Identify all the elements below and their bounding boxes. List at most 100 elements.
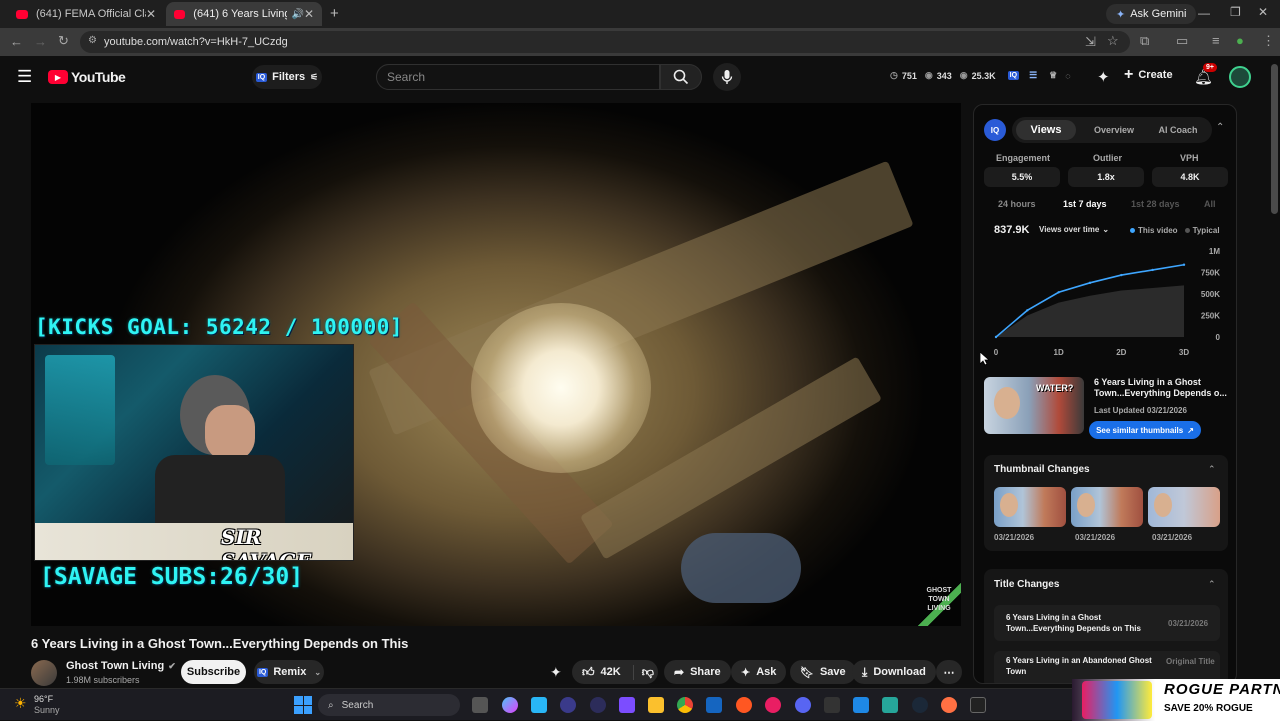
app-icon[interactable] [706,697,722,713]
remix-button[interactable]: IQ Remix ⌄ [254,660,324,684]
page-scrollbar[interactable] [1271,64,1278,214]
more-actions-button[interactable]: ⋯ [936,660,962,684]
thumbnail-version[interactable] [1148,487,1220,527]
browser-tab-ghost-town[interactable]: (641) 6 Years Living in a Gho 🔊 ✕ [166,2,322,26]
browser-tab-fema[interactable]: (641) FEMA Official Claims He I ✕ [8,2,164,26]
download-button[interactable]: ⤓ Download [852,660,936,684]
video-thumbnail[interactable]: WATER? [984,377,1084,434]
views-dropdown[interactable]: Views over time ⌄ [1039,225,1109,234]
weather-desc: Sunny [34,705,60,715]
collapse-icon[interactable]: ⌃ [1216,122,1224,133]
search-button[interactable] [660,64,702,90]
chrome-icon[interactable] [677,697,693,713]
chat-icon[interactable]: ◌ [1065,71,1070,81]
copilot-icon[interactable] [502,697,518,713]
maximize-icon[interactable]: ❐ [1230,5,1241,19]
side-panel-icon[interactable]: ▭ [1176,33,1188,49]
subscribe-label: Subscribe [186,666,241,678]
profile-icon[interactable]: ● [1236,33,1244,48]
address-bar[interactable]: ⚙ youtube.com/watch?v=HkH-7_UCzdg [80,31,1130,53]
metric-outlier-label: Outlier [1093,153,1123,163]
extension-icon[interactable]: ✦ [1097,68,1110,86]
collapse-icon[interactable]: ⌃ [1208,464,1216,475]
range-1st-7-days[interactable]: 1st 7 days [1063,199,1107,209]
taskbar-search[interactable]: ⌕ Search [318,694,460,716]
range-24-hours[interactable]: 24 hours [998,199,1036,209]
iq-icon[interactable]: IQ [1007,71,1020,80]
thumbnail-changes-card: Thumbnail Changes ⌃ 03/21/2026 03/21/202… [984,455,1228,551]
app-icon[interactable] [590,697,606,713]
ask-gemini-button[interactable]: ✦ Ask Gemini [1106,4,1197,24]
app-icon[interactable] [619,697,635,713]
browser-toolbar: ← → ↻ ⚙ youtube.com/watch?v=HkH-7_UCzdg … [0,28,1280,56]
collapse-icon[interactable]: ⌃ [1208,579,1216,590]
new-tab-button[interactable]: + [330,5,339,22]
y-tick-label: 250K [1201,312,1220,321]
search-input[interactable]: Search [376,64,660,90]
channel-avatar[interactable] [31,660,57,686]
app-icon[interactable] [882,697,898,713]
avatar[interactable] [1229,66,1251,88]
discord-icon[interactable] [795,697,811,713]
ask-button[interactable]: ✦ Ask [731,660,787,684]
back-icon[interactable]: ← [10,34,23,49]
range-1st-28-days[interactable]: 1st 28 days [1131,199,1180,209]
close-window-icon[interactable]: ✕ [1258,5,1268,19]
file-explorer-icon[interactable] [648,697,664,713]
subscribe-button[interactable]: Subscribe [181,660,246,684]
reload-icon[interactable]: ↻ [58,33,69,49]
hamburger-menu-icon[interactable]: ☰ [17,67,32,87]
list-icon[interactable]: ☰ [1029,70,1037,81]
task-view-icon[interactable] [472,697,488,713]
app-icon[interactable] [765,697,781,713]
save-button[interactable]: 🔖︎ Save [790,660,856,684]
voice-search-button[interactable] [713,63,741,91]
typical-series-area [996,285,1184,337]
video-player[interactable]: GHOST TOWN LIVING [KICKS GOAL: 56242 / 1… [31,103,961,626]
filters-label: Filters [272,71,306,83]
app-icon[interactable] [531,697,547,713]
close-tab-icon[interactable]: ✕ [146,7,156,21]
thumbnail-version[interactable] [1071,487,1143,527]
create-button[interactable]: + Create [1124,66,1173,84]
install-app-icon[interactable]: ⇲ [1085,34,1096,50]
this-video-point [1120,273,1123,277]
channel-name[interactable]: Ghost Town Living ✔ [66,660,176,672]
trophy-icon[interactable]: ♕ [1049,70,1057,81]
filters-button[interactable]: IQ Filters ⚟ [252,65,322,89]
media-controls-icon[interactable]: ≡ [1212,33,1220,48]
minimize-icon[interactable]: — [1198,6,1210,20]
youtube-favicon-icon [16,9,28,19]
range-all[interactable]: All [1204,199,1216,209]
app-icon[interactable] [941,697,957,713]
extension-action-icon[interactable]: ✦ [550,664,562,681]
tab-ai-coach[interactable]: AI Coach [1148,120,1208,140]
app-icon[interactable] [824,697,840,713]
extensions-icon[interactable]: ⧉ [1140,33,1149,49]
thumbnail-version[interactable] [994,487,1066,527]
share-button[interactable]: ➦ Share [664,660,731,684]
see-similar-thumbnails-button[interactable]: See similar thumbnails ↗ [1089,421,1201,439]
y-tick-label: 1M [1209,247,1220,256]
app-icon[interactable] [560,697,576,713]
speaker-icon[interactable]: 🔊 [291,9,303,20]
steam-icon[interactable] [912,697,928,713]
dislike-button[interactable]: 👎︎ [632,664,654,680]
x-tick-label: 1D [1054,348,1064,357]
app-icon[interactable] [970,697,986,713]
youtube-logo[interactable]: ▶ YouTube [48,69,126,85]
forward-icon[interactable]: → [34,34,47,49]
like-button[interactable]: 👍︎ 42K [582,665,621,680]
app-icon[interactable] [736,697,752,713]
youtube-wordmark: YouTube [71,69,126,85]
tab-overview[interactable]: Overview [1084,120,1144,140]
notifications-button[interactable]: 🔔︎ 9+ [1194,63,1217,87]
site-info-icon[interactable]: ⚙ [88,35,97,46]
tab-views[interactable]: Views [1016,120,1076,140]
bookmark-star-icon[interactable]: ☆ [1107,33,1119,49]
thumbnail-date: 03/21/2026 [1152,533,1193,542]
windows-start-icon[interactable] [294,696,312,714]
close-tab-icon[interactable]: ✕ [304,7,314,21]
app-icon[interactable] [853,697,869,713]
chrome-menu-icon[interactable]: ⋮ [1262,33,1275,49]
